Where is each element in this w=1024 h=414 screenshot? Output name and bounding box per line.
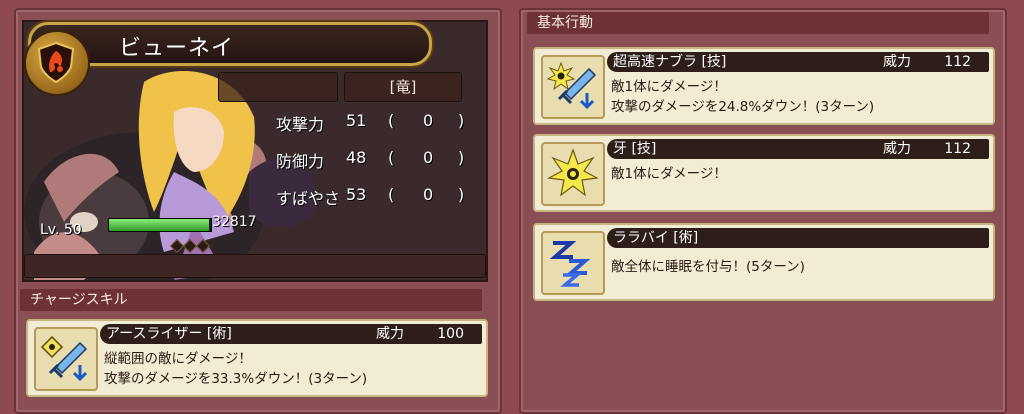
level-label: Lv. 50 bbox=[40, 222, 82, 238]
stat-bonus: 0 bbox=[423, 111, 434, 130]
charge-skill-header: チャージスキル bbox=[20, 289, 482, 311]
skill-header: 超高速ナブラ [技] 威力 112 bbox=[607, 52, 989, 72]
skill-name: 牙 [技] bbox=[613, 141, 657, 157]
stat-paren-close: ) bbox=[458, 111, 465, 130]
empty-attribute-box bbox=[218, 72, 338, 102]
skill-description: 敵全体に睡眠を付与！(5ターン) bbox=[611, 257, 805, 277]
skill-header: アースライザー [術] 威力 100 bbox=[100, 324, 482, 344]
stat-label: 攻撃力 bbox=[276, 115, 325, 134]
skill-description-line: 敵1体にダメージ！ bbox=[611, 79, 727, 95]
power-value: 112 bbox=[944, 54, 971, 70]
emblem-icon bbox=[24, 30, 90, 96]
skill-description-line: 敵全体に睡眠を付与！(5ターン) bbox=[611, 259, 805, 275]
stat-value: 51 bbox=[346, 111, 367, 130]
hp-value: 32817 bbox=[212, 214, 257, 230]
stat-value: 53 bbox=[346, 185, 367, 204]
skill-card[interactable]: 超高速ナブラ [技] 威力 112 敵1体にダメージ！ 攻撃のダメージを24.8… bbox=[533, 47, 995, 125]
type-label: [竜] bbox=[344, 72, 462, 102]
stat-paren-open: ( bbox=[388, 185, 395, 204]
hp-bar-fill bbox=[109, 219, 209, 231]
skill-description: 縦範囲の敵にダメージ！ 攻撃のダメージを33.3%ダウン！(3ターン) bbox=[104, 349, 367, 389]
skill-description-line: 敵1体にダメージ！ bbox=[611, 166, 727, 182]
power-value: 100 bbox=[437, 326, 464, 342]
stat-paren-close: ) bbox=[458, 148, 465, 167]
skill-card[interactable]: ララバイ [術] 敵全体に睡眠を付与！(5ターン) bbox=[533, 223, 995, 301]
skill-header: 牙 [技] 威力 112 bbox=[607, 139, 989, 159]
skill-header: ララバイ [術] bbox=[607, 228, 989, 248]
stat-paren-open: ( bbox=[388, 148, 395, 167]
skill-name: ララバイ [術] bbox=[613, 230, 699, 246]
charge-skill-card[interactable]: アースライザー [術] 威力 100 縦範囲の敵にダメージ！ 攻撃のダメージを3… bbox=[26, 319, 488, 397]
stat-paren-open: ( bbox=[388, 111, 395, 130]
skill-description: 敵1体にダメージ！ 攻撃のダメージを24.8%ダウン！(3ターン) bbox=[611, 77, 874, 117]
sleep-icon bbox=[541, 231, 605, 295]
stat-value: 48 bbox=[346, 148, 367, 167]
skill-description: 敵1体にダメージ！ bbox=[611, 164, 727, 184]
character-name: ビューネイ bbox=[119, 36, 235, 61]
info-strip bbox=[24, 254, 486, 278]
section-title: 基本行動 bbox=[537, 15, 593, 31]
stat-paren-close: ) bbox=[458, 185, 465, 204]
stat-label: すばやさ bbox=[276, 189, 341, 208]
stat-bonus: 0 bbox=[423, 185, 434, 204]
skill-description-line: 攻撃のダメージを24.8%ダウン！(3ターン) bbox=[611, 99, 875, 115]
power-label: 威力 bbox=[883, 141, 911, 157]
sword-down-icon bbox=[34, 327, 98, 391]
stat-bonus: 0 bbox=[423, 148, 434, 167]
skill-card[interactable]: 牙 [技] 威力 112 敵1体にダメージ！ bbox=[533, 134, 995, 212]
power-value: 112 bbox=[944, 141, 971, 157]
gem-slots bbox=[169, 236, 211, 255]
power-label: 威力 bbox=[376, 326, 404, 342]
gem-slot bbox=[195, 238, 211, 254]
basic-actions-header: 基本行動 bbox=[527, 12, 989, 34]
skill-description-line: 縦範囲の敵にダメージ！ bbox=[104, 351, 252, 367]
skill-name: 超高速ナブラ [技] bbox=[613, 54, 727, 70]
hp-bar bbox=[108, 218, 212, 232]
power-label: 威力 bbox=[883, 54, 911, 70]
burst-icon bbox=[541, 142, 605, 206]
skill-description-line: 攻撃のダメージを33.3%ダウン！(3ターン) bbox=[104, 371, 368, 387]
skill-name: アースライザー [術] bbox=[106, 326, 232, 342]
stat-label: 防御力 bbox=[276, 152, 325, 171]
burst-sword-icon bbox=[541, 55, 605, 119]
section-title: チャージスキル bbox=[30, 292, 128, 308]
